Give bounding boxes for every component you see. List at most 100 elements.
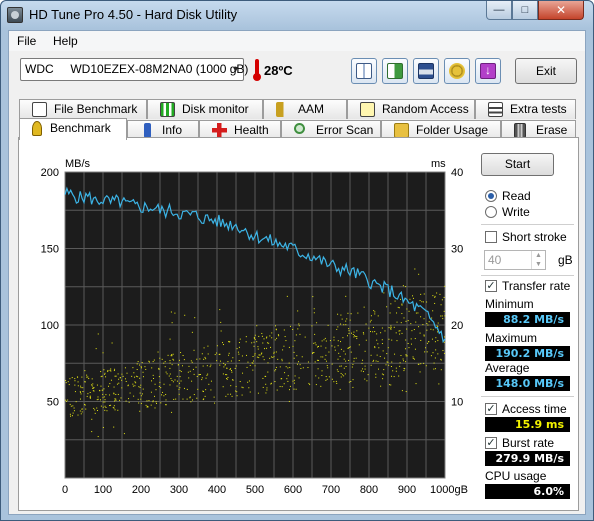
- access-time-point: [236, 395, 238, 397]
- short-stroke-checkbox[interactable]: [485, 231, 497, 243]
- exit-button[interactable]: Exit: [515, 58, 577, 84]
- access-time-point: [165, 399, 167, 401]
- access-time-point: [292, 380, 294, 382]
- access-time-point: [145, 368, 147, 370]
- access-time-point: [238, 342, 240, 344]
- access-time-point: [104, 401, 106, 403]
- access-time-point: [201, 379, 203, 381]
- access-time-point: [117, 393, 119, 395]
- access-time-point: [348, 346, 350, 348]
- access-time-point: [124, 378, 126, 380]
- menu-file[interactable]: File: [17, 34, 36, 48]
- tab-health-label: Health: [234, 123, 269, 137]
- access-time-point: [192, 368, 194, 370]
- access-time-point: [398, 330, 400, 332]
- options-button[interactable]: [444, 58, 470, 84]
- access-time-point: [231, 371, 233, 373]
- access-time-point: [195, 366, 197, 368]
- access-time-point: [345, 324, 347, 326]
- access-time-point: [309, 384, 311, 386]
- access-time-point: [402, 360, 404, 362]
- access-time-point: [351, 366, 353, 368]
- copy-screenshot-button[interactable]: [382, 58, 408, 84]
- menu-help[interactable]: Help: [53, 34, 78, 48]
- tab-file-benchmark[interactable]: File Benchmark: [19, 99, 147, 119]
- drive-select[interactable]: WDC WD10EZEX-08M2NA0 (1000 gB) ▼: [20, 58, 248, 81]
- thermometer-icon: [253, 59, 261, 81]
- access-time-point: [438, 383, 440, 385]
- y-left-tick-label: 150: [41, 244, 59, 256]
- tab-random-access[interactable]: Random Access: [347, 99, 475, 119]
- access-time-point: [235, 365, 237, 367]
- access-time-point: [328, 376, 330, 378]
- access-time-point: [352, 363, 354, 365]
- access-time-point: [249, 364, 251, 366]
- access-time-point: [79, 410, 81, 412]
- tab-disk-monitor[interactable]: Disk monitor: [147, 99, 263, 119]
- access-time-point: [261, 332, 263, 334]
- write-radio[interactable]: [485, 206, 497, 218]
- access-time-point: [440, 304, 442, 306]
- access-time-point: [381, 343, 383, 345]
- access-time-point: [241, 355, 243, 357]
- start-button[interactable]: Start: [481, 153, 554, 176]
- access-time-point: [377, 360, 379, 362]
- access-time-checkbox[interactable]: ✓: [485, 403, 497, 415]
- access-time-point: [241, 386, 243, 388]
- access-time-point: [354, 335, 356, 337]
- access-time-point: [151, 380, 153, 382]
- access-time-point: [346, 318, 348, 320]
- spin-up-icon[interactable]: ▲: [531, 251, 545, 260]
- tab-extra-tests[interactable]: Extra tests: [475, 99, 576, 119]
- access-time-point: [361, 362, 363, 364]
- access-time-point: [256, 341, 258, 343]
- access-time-point: [444, 315, 446, 317]
- access-time-point: [67, 399, 69, 401]
- hard-drive-arrow-button[interactable]: ↓: [475, 58, 501, 84]
- spin-down-icon[interactable]: ▼: [531, 260, 545, 269]
- access-time-point: [70, 415, 72, 417]
- access-time-point: [252, 360, 254, 362]
- access-time-point: [259, 354, 261, 356]
- maximize-button[interactable]: □: [512, 1, 538, 20]
- minimize-button[interactable]: —: [486, 1, 512, 20]
- access-time-point: [337, 340, 339, 342]
- access-time-point: [298, 323, 300, 325]
- access-time-point: [220, 330, 222, 332]
- access-time-point: [420, 363, 422, 365]
- access-time-point: [201, 377, 203, 379]
- short-stroke-spinner[interactable]: 40 ▲ ▼: [484, 250, 546, 270]
- access-time-point: [86, 374, 88, 376]
- access-time-point: [204, 356, 206, 358]
- access-time-point: [106, 410, 108, 412]
- access-time-point: [176, 385, 178, 387]
- access-time-point: [287, 375, 289, 377]
- access-time-point: [339, 388, 341, 390]
- access-time-point: [266, 336, 268, 338]
- access-time-point: [148, 400, 150, 402]
- access-time-point: [285, 340, 287, 342]
- burst-rate-checkbox[interactable]: ✓: [485, 437, 497, 449]
- access-time-point: [258, 354, 260, 356]
- access-time-point: [201, 353, 203, 355]
- save-button[interactable]: [413, 58, 439, 84]
- write-label: Write: [502, 205, 530, 219]
- access-time-point: [293, 351, 295, 353]
- access-time-point: [340, 314, 342, 316]
- access-time-point: [393, 326, 395, 328]
- access-time-point: [265, 383, 267, 385]
- close-button[interactable]: ✕: [538, 1, 584, 20]
- access-time-point: [374, 346, 376, 348]
- access-time-point: [311, 325, 313, 327]
- access-time-point: [91, 418, 93, 420]
- transfer-rate-checkbox[interactable]: ✓: [485, 280, 497, 292]
- tab-benchmark[interactable]: Benchmark: [19, 118, 127, 140]
- title-bar[interactable]: HD Tune Pro 4.50 - Hard Disk Utility — □…: [1, 1, 593, 29]
- access-time-point: [127, 385, 129, 387]
- copy-info-icon: [356, 63, 372, 79]
- copy-info-button[interactable]: [351, 58, 377, 84]
- tab-aam[interactable]: AAM: [263, 99, 347, 119]
- access-time-point: [293, 379, 295, 381]
- read-radio[interactable]: [485, 190, 497, 202]
- access-time-point: [425, 365, 427, 367]
